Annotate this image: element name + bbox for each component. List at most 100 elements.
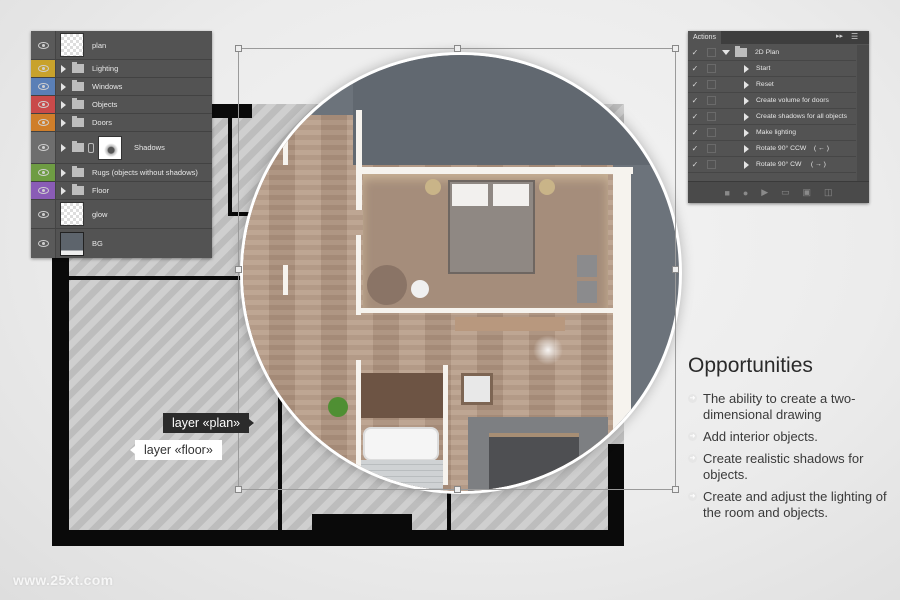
panel-menu-icon[interactable]: ☰ bbox=[851, 32, 858, 41]
checkmark-icon[interactable]: ✓ bbox=[688, 64, 702, 73]
layer-row-doors[interactable]: Doors bbox=[31, 114, 212, 132]
delete-icon[interactable]: ◫ bbox=[824, 187, 833, 198]
expand-triangle-icon[interactable] bbox=[61, 82, 66, 91]
layer-row-glow[interactable]: glow bbox=[31, 200, 212, 229]
arrow-bullet-icon: ➜ bbox=[688, 492, 697, 501]
layer-name: plan bbox=[92, 40, 107, 50]
opportunity-item: ➜ Add interior objects. bbox=[688, 429, 888, 445]
dialog-toggle[interactable] bbox=[707, 48, 716, 57]
eye-icon bbox=[37, 144, 49, 151]
dialog-toggle[interactable] bbox=[707, 144, 716, 153]
transform-handle-bl[interactable] bbox=[235, 486, 242, 493]
layer-name: Floor bbox=[92, 186, 110, 195]
dialog-toggle[interactable] bbox=[707, 64, 716, 73]
action-set-row[interactable]: ✓ 2D Plan bbox=[688, 45, 856, 61]
expand-triangle-icon[interactable] bbox=[744, 144, 749, 153]
expand-triangle-icon[interactable] bbox=[61, 100, 66, 109]
expand-triangle-icon[interactable] bbox=[61, 186, 66, 195]
dialog-toggle[interactable] bbox=[707, 128, 716, 137]
transform-handle-tl[interactable] bbox=[235, 45, 242, 52]
layer-row-bg[interactable]: BG bbox=[31, 229, 212, 258]
layer-row-floor[interactable]: Floor bbox=[31, 182, 212, 200]
folder-icon bbox=[72, 166, 84, 177]
tab-actions[interactable]: Actions bbox=[688, 31, 721, 44]
visibility-toggle[interactable] bbox=[31, 96, 56, 113]
layer-name: BG bbox=[92, 239, 103, 248]
action-name: Rotate 90° CCW ( ← ) bbox=[756, 145, 829, 152]
visibility-toggle[interactable] bbox=[31, 78, 56, 95]
expand-triangle-icon[interactable] bbox=[744, 80, 749, 89]
transform-handle-tr[interactable] bbox=[672, 45, 679, 52]
layer-row-rugs[interactable]: Rugs (objects without shadows) bbox=[31, 164, 212, 182]
action-name: Start bbox=[756, 65, 771, 72]
expand-triangle-icon[interactable] bbox=[61, 143, 66, 152]
layer-row-lighting[interactable]: Lighting bbox=[31, 60, 212, 78]
opportunity-text: Add interior objects. bbox=[703, 429, 818, 444]
transform-bounding-box[interactable] bbox=[235, 45, 679, 493]
layer-row-windows[interactable]: Windows bbox=[31, 78, 212, 96]
opportunity-item: ➜ The ability to create a two-dimensional… bbox=[688, 391, 888, 423]
stop-icon[interactable]: ■ bbox=[724, 188, 729, 198]
visibility-toggle[interactable] bbox=[31, 164, 56, 181]
transform-handle-mr[interactable] bbox=[672, 266, 679, 273]
expand-triangle-icon[interactable] bbox=[61, 168, 66, 177]
play-icon[interactable]: ▶ bbox=[761, 187, 768, 198]
visibility-toggle[interactable] bbox=[31, 132, 56, 163]
dialog-toggle[interactable] bbox=[707, 96, 716, 105]
actions-panel: Actions ▸▸ ☰ ✓ 2D Plan ✓ Start ✓ Reset ✓… bbox=[688, 31, 869, 203]
transform-handle-ml[interactable] bbox=[235, 266, 242, 273]
dialog-toggle[interactable] bbox=[707, 112, 716, 121]
transform-handle-tc[interactable] bbox=[454, 45, 461, 52]
checkmark-icon[interactable]: ✓ bbox=[688, 128, 702, 137]
layer-row-plan[interactable]: plan bbox=[31, 31, 212, 60]
layer-name: Objects bbox=[92, 100, 118, 109]
action-row[interactable]: ✓ Create volume for doors bbox=[688, 93, 856, 109]
transform-handle-bc[interactable] bbox=[454, 486, 461, 493]
dialog-toggle[interactable] bbox=[707, 160, 716, 169]
folder-icon bbox=[72, 141, 84, 152]
visibility-toggle[interactable] bbox=[31, 60, 56, 77]
expand-triangle-icon[interactable] bbox=[61, 64, 66, 73]
layer-name: Shadows bbox=[134, 143, 165, 152]
action-set-name: 2D Plan bbox=[755, 49, 780, 56]
transform-handle-br[interactable] bbox=[672, 486, 679, 493]
wall-block bbox=[312, 514, 412, 534]
double-chevron-right-icon[interactable]: ▸▸ bbox=[836, 32, 843, 40]
action-row[interactable]: ✓ Rotate 90° CW ( → ) bbox=[688, 157, 856, 173]
link-icon bbox=[88, 142, 94, 153]
expand-triangle-icon[interactable] bbox=[744, 160, 749, 169]
actions-toolbar: ■ ● ▶ ▭ ▣ ◫ bbox=[688, 181, 869, 203]
checkmark-icon[interactable]: ✓ bbox=[688, 48, 702, 57]
action-row[interactable]: ✓ Make lighting bbox=[688, 125, 856, 141]
checkmark-icon[interactable]: ✓ bbox=[688, 160, 702, 169]
expand-triangle-icon[interactable] bbox=[744, 64, 749, 73]
checkmark-icon[interactable]: ✓ bbox=[688, 112, 702, 121]
visibility-toggle[interactable] bbox=[31, 31, 56, 59]
record-icon[interactable]: ● bbox=[743, 188, 748, 198]
expand-triangle-icon[interactable] bbox=[744, 96, 749, 105]
dialog-toggle[interactable] bbox=[707, 80, 716, 89]
action-row[interactable]: ✓ Reset bbox=[688, 77, 856, 93]
action-row[interactable]: ✓ Start bbox=[688, 61, 856, 77]
visibility-toggle[interactable] bbox=[31, 229, 56, 258]
expand-triangle-icon[interactable] bbox=[61, 118, 66, 127]
folder-icon bbox=[72, 98, 84, 109]
layer-row-objects[interactable]: Objects bbox=[31, 96, 212, 114]
action-row[interactable]: ✓ Create shadows for all objects bbox=[688, 109, 856, 125]
checkmark-icon[interactable]: ✓ bbox=[688, 96, 702, 105]
new-action-icon[interactable]: ▣ bbox=[803, 187, 812, 198]
layer-row-shadows[interactable]: Shadows bbox=[31, 132, 212, 164]
folder-icon bbox=[72, 62, 84, 73]
visibility-toggle[interactable] bbox=[31, 200, 56, 228]
scrollbar[interactable] bbox=[857, 45, 869, 181]
visibility-toggle[interactable] bbox=[31, 182, 56, 199]
expand-triangle-down-icon[interactable] bbox=[722, 50, 730, 55]
callout-layer-floor: layer «floor» bbox=[130, 440, 222, 460]
visibility-toggle[interactable] bbox=[31, 114, 56, 131]
checkmark-icon[interactable]: ✓ bbox=[688, 80, 702, 89]
expand-triangle-icon[interactable] bbox=[744, 112, 749, 121]
action-row[interactable]: ✓ Rotate 90° CCW ( ← ) bbox=[688, 141, 856, 157]
checkmark-icon[interactable]: ✓ bbox=[688, 144, 702, 153]
new-set-folder-icon[interactable]: ▭ bbox=[781, 187, 790, 198]
expand-triangle-icon[interactable] bbox=[744, 128, 749, 137]
